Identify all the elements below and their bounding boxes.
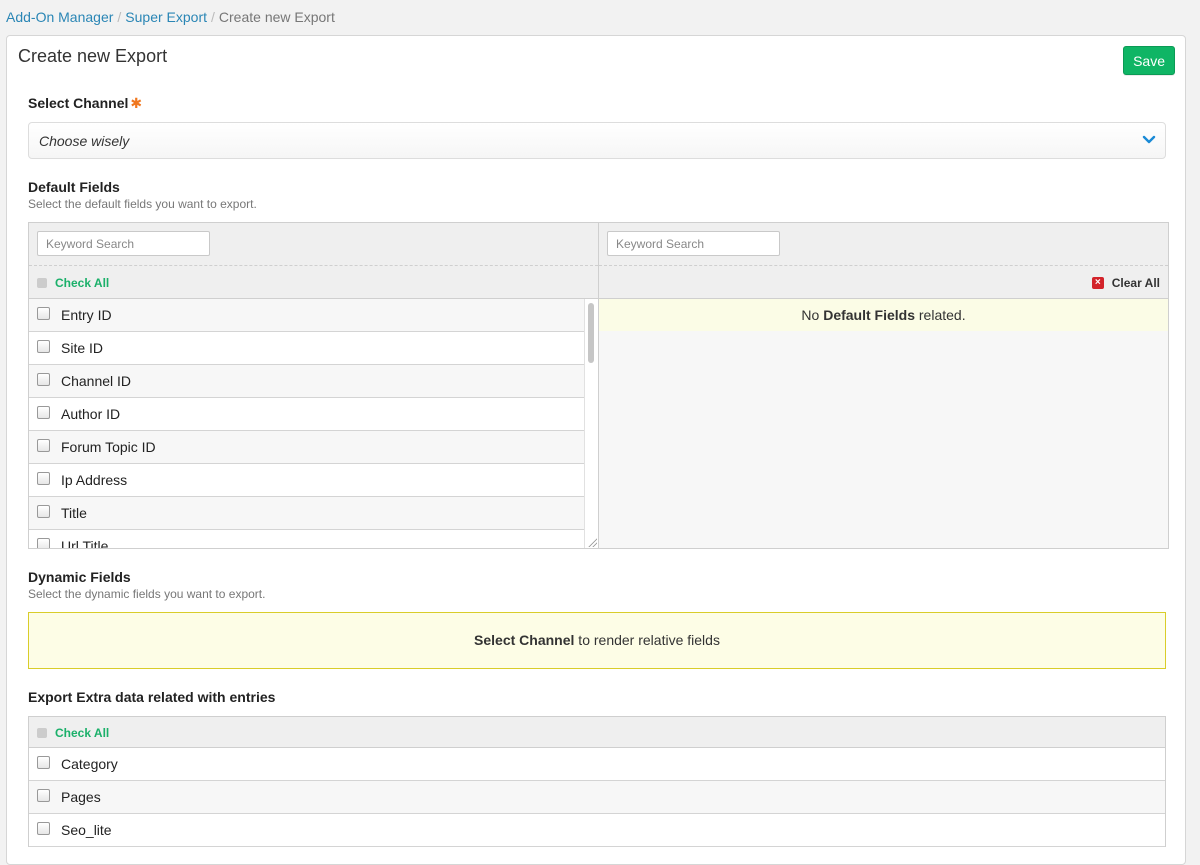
list-item-label: Author ID xyxy=(61,406,121,422)
list-item-label: Title xyxy=(61,505,87,521)
checkbox[interactable] xyxy=(37,755,50,769)
checkbox[interactable] xyxy=(37,537,50,548)
resize-handle-icon[interactable] xyxy=(587,537,597,547)
check-all-row: Check All xyxy=(29,266,598,299)
check-all-button[interactable]: Check All xyxy=(37,276,109,290)
breadcrumb: Add-On Manager / Super Export / Create new E… xyxy=(6,9,335,25)
available-fields-list: Entry ID Site ID Channel ID Author ID Fo… xyxy=(29,299,584,548)
dynamic-fields-notice: Select Channel to render relative fields xyxy=(28,612,1166,669)
list-item-label: Pages xyxy=(61,789,101,805)
select-channel-label: Select Channel ✱ xyxy=(28,95,142,112)
list-item[interactable]: Ip Address xyxy=(29,464,584,497)
selected-fields-column: × Clear All No Default Fields related. xyxy=(599,223,1168,548)
list-item-label: Entry ID xyxy=(61,307,112,323)
checkbox[interactable] xyxy=(37,471,50,485)
checkbox[interactable] xyxy=(37,372,50,386)
checkbox[interactable] xyxy=(37,438,50,452)
empty-message-bold: Default Fields xyxy=(823,307,915,323)
checkbox[interactable] xyxy=(37,788,50,802)
select-channel-label-text: Select Channel xyxy=(28,95,129,111)
close-icon: × xyxy=(1091,277,1104,289)
dynamic-fields-hint: Select the dynamic fields you want to ex… xyxy=(28,587,266,601)
list-item[interactable]: Title xyxy=(29,497,584,530)
scrollbar[interactable] xyxy=(584,299,598,548)
notice-bold: Select Channel xyxy=(474,632,575,648)
breadcrumb-link-addon-manager[interactable]: Add-On Manager xyxy=(6,9,113,25)
list-item[interactable]: Entry ID xyxy=(29,299,584,332)
list-item-label: Category xyxy=(61,756,118,772)
breadcrumb-separator: / xyxy=(211,9,215,25)
list-item-label: Seo_lite xyxy=(61,822,112,838)
export-panel: Create new Export Save Select Channel ✱ C… xyxy=(6,35,1186,865)
channel-select[interactable]: Choose wisely xyxy=(28,122,1166,159)
checkbox-icon xyxy=(37,728,47,738)
chevron-down-icon xyxy=(1142,135,1156,144)
list-item-label: Ip Address xyxy=(61,472,128,488)
checkbox[interactable] xyxy=(37,405,50,419)
checkbox[interactable] xyxy=(37,339,50,353)
available-search-input[interactable] xyxy=(37,231,210,256)
available-fields-column: Check All Entry ID Site ID Channel ID Au… xyxy=(29,223,599,548)
breadcrumb-link-super-export[interactable]: Super Export xyxy=(125,9,207,25)
empty-message-prefix: No xyxy=(801,307,824,323)
breadcrumb-current: Create new Export xyxy=(218,9,335,25)
checkbox[interactable] xyxy=(37,821,50,835)
default-fields-relate: Check All Entry ID Site ID Channel ID Au… xyxy=(28,222,1169,549)
clear-all-button[interactable]: × Clear All xyxy=(1091,276,1160,290)
empty-message-suffix: related. xyxy=(915,307,966,323)
check-all-label: Check All xyxy=(55,276,110,290)
clear-all-row: × Clear All xyxy=(599,266,1168,299)
extra-data-label: Export Extra data related with entries xyxy=(28,689,276,705)
list-item[interactable]: Pages xyxy=(29,781,1165,814)
list-item-label: Forum Topic ID xyxy=(61,439,156,455)
required-icon: ✱ xyxy=(130,95,143,111)
list-item[interactable]: Site ID xyxy=(29,332,584,365)
dynamic-fields-label: Dynamic Fields xyxy=(28,569,131,585)
check-all-label: Check All xyxy=(55,726,110,740)
extra-check-all-button[interactable]: Check All xyxy=(37,726,109,740)
page-title: Create new Export xyxy=(18,46,168,66)
list-item[interactable]: Url Title xyxy=(29,530,584,548)
list-item[interactable]: Seo_lite xyxy=(29,814,1165,847)
search-row xyxy=(29,223,598,266)
save-button[interactable]: Save xyxy=(1123,46,1175,75)
default-fields-label: Default Fields xyxy=(28,179,120,195)
list-item-label: Site ID xyxy=(61,340,104,356)
channel-select-value: Choose wisely xyxy=(39,133,130,149)
empty-selection-message: No Default Fields related. xyxy=(599,299,1168,331)
breadcrumb-separator: / xyxy=(117,9,122,25)
checkbox[interactable] xyxy=(37,504,50,518)
extra-data-table: Check All Category Pages Seo_lite xyxy=(28,716,1166,847)
list-item-label: Channel ID xyxy=(61,373,132,389)
selected-search-input[interactable] xyxy=(607,231,780,256)
check-all-row: Check All xyxy=(29,717,1165,748)
clear-all-label: Clear All xyxy=(1111,276,1160,290)
scrollbar-thumb[interactable] xyxy=(588,303,594,363)
list-item[interactable]: Category xyxy=(29,748,1165,781)
list-item[interactable]: Author ID xyxy=(29,398,584,431)
default-fields-hint: Select the default fields you want to ex… xyxy=(28,197,257,211)
selected-fields-area xyxy=(599,331,1168,548)
search-row xyxy=(599,223,1168,266)
list-item[interactable]: Channel ID xyxy=(29,365,584,398)
list-item-label: Url Title xyxy=(61,538,109,548)
list-item[interactable]: Forum Topic ID xyxy=(29,431,584,464)
notice-text: to render relative fields xyxy=(574,632,720,648)
checkbox-icon xyxy=(37,278,47,288)
checkbox[interactable] xyxy=(37,306,50,320)
